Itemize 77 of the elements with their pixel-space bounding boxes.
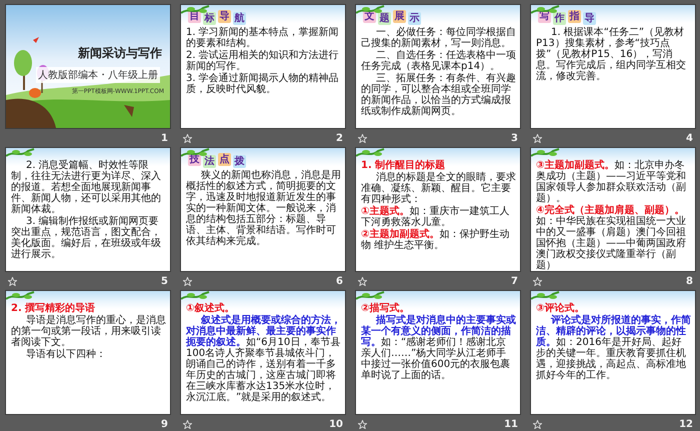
star-icon[interactable] xyxy=(8,276,17,286)
slide-paragraph: 1. 根据课本“任务二”（见教材P13）搜集素材，参考“技巧点拨”（见教材P15、16），写消息。写作完成后，组内同学互相交流，修改完善。 xyxy=(536,27,687,82)
badge-tile: 作 xyxy=(553,12,566,25)
slide-paragraph: 2. 消息受篇幅、时效性等限制，往往无法进行更为详尽、深入的报道。若想全面地展现新闻事件、新闻人物，还可以采用其他的新闻体裁。 xyxy=(11,160,162,215)
vine-drawing xyxy=(531,291,561,301)
star-icon[interactable] xyxy=(358,420,367,428)
star-icon[interactable] xyxy=(183,134,192,142)
slide-number: 11 xyxy=(504,418,518,430)
slide-thumbnail[interactable]: 2. 撰写精彩的导语 导语是消息写作的重心，是消息的第一句或第一段话，用来吸引读者阅读下文。 导语有以下四种： xyxy=(5,290,171,415)
vine-drawing xyxy=(6,148,36,158)
slide-number: 12 xyxy=(679,418,693,430)
badge-tile: 题 xyxy=(378,12,391,25)
slide-thumbnail[interactable]: ①叙述式。 叙述式是用概要或综合的方法，对消息中最新鲜、最主要的事实作扼要的叙述。如“6月10日，奉节县100名诗人齐聚奉节县城依斗门，朗诵自己的诗作，送别有着一千多年历史的古城门，这座古城门即将在三峡水库蓄水达135米水位时，永沉江底。”就是采用的叙述式。 xyxy=(180,290,346,415)
badge-tile: 点 xyxy=(218,153,231,166)
badge-tile: 标 xyxy=(203,12,216,25)
slide-number: 3 xyxy=(511,132,518,144)
slide-thumbnail[interactable]: ②描写式。 描写式是对消息中的主要事实或某一个有意义的侧面，作简洁的描写。如：“感谢老师们！感谢北京亲人们……”杨大同学从江老师手中接过一张价值600元的衣服包裹单时说了上面的话。 xyxy=(355,290,521,415)
vine-drawing xyxy=(6,291,36,301)
slide-thumbnail[interactable]: 1. 制作醒目的标题 消息的标题是全文的眼睛，要求准确、凝练、新颖、醒目。它主要有四种形式： ①主题式。如：重庆市一建筑工人下河勇救落水儿童。 ②主题加副题式。如：保护野生动物 维护生态平衡。 xyxy=(355,147,521,272)
slide-thumbnail[interactable]: 2. 消息受篇幅、时效性等限制，往往无法进行更为详尽、深入的报道。若想全面地展现新闻事件、新闻人物，还可以采用其他的新闻体裁。 3. 编辑制作报纸或新闻网页要突出重点，规范语言，图文配合，美化版面。编好后，在班级或年级进行展示。 xyxy=(5,147,171,272)
slide-title: 新闻采访与写作 xyxy=(78,45,162,62)
slide-number: 8 xyxy=(686,276,693,286)
badge-tile: 航 xyxy=(233,12,246,25)
vine-drawing xyxy=(356,291,386,301)
slide-paragraph: ③主题加副题式。如：北京申办冬奥成功（主题）——习近平等党和国家领导人参加群众联欢活动（副题）。 xyxy=(536,160,687,204)
badge-tile: 示 xyxy=(408,12,421,25)
slide-thumbnail[interactable]: 技 法 点 拨 狭义的新闻也称消息，消息是用概括性的叙述方式，简明扼要的文字，迅速及时地报道新近发生的事实的一种新闻文体。一般说来，消息的结构包括五部分：标题、导语、主体、背景和结语。写作时可依其结构来完成。 xyxy=(180,147,346,272)
slide-paragraph: ②描写式。 xyxy=(361,303,410,314)
slide-number: 5 xyxy=(161,276,168,286)
vine-drawing xyxy=(356,148,386,158)
slide-number: 4 xyxy=(686,132,693,144)
star-icon[interactable] xyxy=(533,134,542,142)
badge-tile: 指 xyxy=(568,10,581,23)
slide-number: 9 xyxy=(161,418,168,430)
slide-paragraph: 叙述式是用概要或综合的方法，对消息中最新鲜、最主要的事实作扼要的叙述。如“6月10日，奉节县100名诗人齐聚奉节县城依斗门，朗诵自己的诗作，送别有着一千多年历史的古城门，这座古城门即将在三峡水库蓄水达135米水位时，永沉江底。”就是采用的叙述式。 xyxy=(186,315,341,403)
badge-tile: 导 xyxy=(583,12,596,25)
slide-paragraph: 1. 制作醒目的标题 xyxy=(361,160,446,171)
slide-number: 7 xyxy=(511,276,518,286)
slide-paragraph: ①叙述式。 xyxy=(186,303,236,314)
slide-paragraph: 评论式是对所报道的事实，作简洁、精辟的评论，以揭示事物的性质。如：2016年是开好局、起好步的关键一年。重庆教育要抓住机遇，迎接挑战，高起点、高标准地抓好今年的工作。 xyxy=(536,315,691,381)
slide-paragraph: 1. 学习新闻的基本特点，掌握新闻的要素和结构。 xyxy=(186,27,340,49)
star-icon[interactable] xyxy=(358,276,367,286)
slide-paragraph: ①主题式。如：重庆市一建筑工人下河勇救落水儿童。 xyxy=(361,206,510,228)
slide-paragraph: 3. 编辑制作报纸或新闻网页要突出重点，规范语言，图文配合，美化版面。编好后，在班级或年级进行展示。 xyxy=(11,216,162,260)
star-icon[interactable] xyxy=(358,134,367,142)
slide-paragraph: 描写式是对消息中的主要事实或某一个有意义的侧面，作简洁的描写。如：“感谢老师们！感谢北京亲人们……”杨大同学从江老师手中接过一张价值600元的衣服包裹单时说了上面的话。 xyxy=(361,315,516,381)
slide-paragraph: ③评论式。 xyxy=(536,303,586,314)
slide-thumbnail[interactable]: ③评论式。 评论式是对所报道的事实，作简洁、精辟的评论，以揭示事物的性质。如：2016年是开好局、起好步的关键一年。重庆教育要抓住机遇，迎接挑战，高起点、高标准地抓好今年的工作。 xyxy=(530,290,696,415)
slide-subtitle: 人教版部编本・八年级上册 xyxy=(36,67,160,83)
slide-paragraph: 二、自选任务：任选表格中一项任务完成（表格见课本p14）。 xyxy=(361,50,516,72)
vine-drawing xyxy=(181,291,211,301)
slide-paragraph: 导语是消息写作的重心，是消息的第一句或第一段话，用来吸引读者阅读下文。 xyxy=(11,315,166,348)
slide-paragraph: 2. 撰写精彩的导语 xyxy=(11,303,96,314)
star-icon[interactable] xyxy=(533,276,542,286)
slide-paragraph: ②主题加副题式。如：保护野生动物 维护生态平衡。 xyxy=(361,229,510,251)
slide-paragraph: 狭义的新闻也称消息，消息是用概括性的叙述方式，简明扼要的文字，迅速及时地报道新近发生的事实的一种新闻文体。一般说来，消息的结构包括五部分：标题、导语、主体、背景和结语。写作时可依其结构来完成。 xyxy=(186,170,341,247)
badge-tile: 法 xyxy=(203,155,216,168)
slide-paragraph: 消息的标题是全文的眼睛，要求准确、凝练、新颖、醒目。它主要有四种形式： xyxy=(361,172,516,205)
slide-paragraph: 三、拓展任务：有条件、有兴趣的同学，可以整合本组或全班同学的新闻作品，以恰当的方式编成报纸或制作成新闻网页。 xyxy=(361,73,516,117)
slide-paragraph: 2. 尝试运用相关的知识和方法进行新闻的写作。 xyxy=(186,50,340,72)
slide-paragraph: 一、必做任务：每位同学根据自己搜集的新闻素材，写一则消息。 xyxy=(361,27,516,49)
slide-paragraph: 导语有以下四种： xyxy=(25,349,107,360)
slide-number: 6 xyxy=(336,276,343,286)
slide-number: 10 xyxy=(329,418,343,430)
star-icon[interactable] xyxy=(183,276,192,286)
slide-number: 2 xyxy=(336,132,343,144)
badge-tile: 拨 xyxy=(233,155,246,168)
slide-thumbnail[interactable]: ③主题加副题式。如：北京申办冬奥成功（主题）——习近平等党和国家领导人参加群众联欢活动（副题）。 ④完全式（主题加肩题、副题）。 如：中华民族在实现祖国统一大业中的又一盛事（肩题）澳门今回祖国怀抱（主题）——中葡两国政府澳门政权交接仪式隆重举行（副题） xyxy=(530,147,696,272)
slide-thumbnail[interactable]: 目 标 导 航 1. 学习新闻的基本特点，掌握新闻的要素和结构。 2. 尝试运用相关的知识和方法进行新闻的写作。 3. 学会通过新闻揭示人物的精神品质，反映时代风貌。 xyxy=(180,4,346,129)
badge-tile: 导 xyxy=(218,10,231,23)
vine-drawing xyxy=(531,148,561,158)
slide-number: 1 xyxy=(161,132,168,144)
star-icon[interactable] xyxy=(533,420,542,428)
badge-tile: 展 xyxy=(393,10,406,23)
star-icon[interactable] xyxy=(183,420,192,428)
slide-paragraph: ④完全式（主题加肩题、副题）。 如：中华民族在实现祖国统一大业中的又一盛事（肩题）澳门今回祖国怀抱（主题）——中葡两国政府澳门政权交接仪式隆重举行（副题） xyxy=(536,205,687,271)
slide-paragraph: 3. 学会通过新闻揭示人物的精神品质，反映时代风貌。 xyxy=(186,73,340,95)
